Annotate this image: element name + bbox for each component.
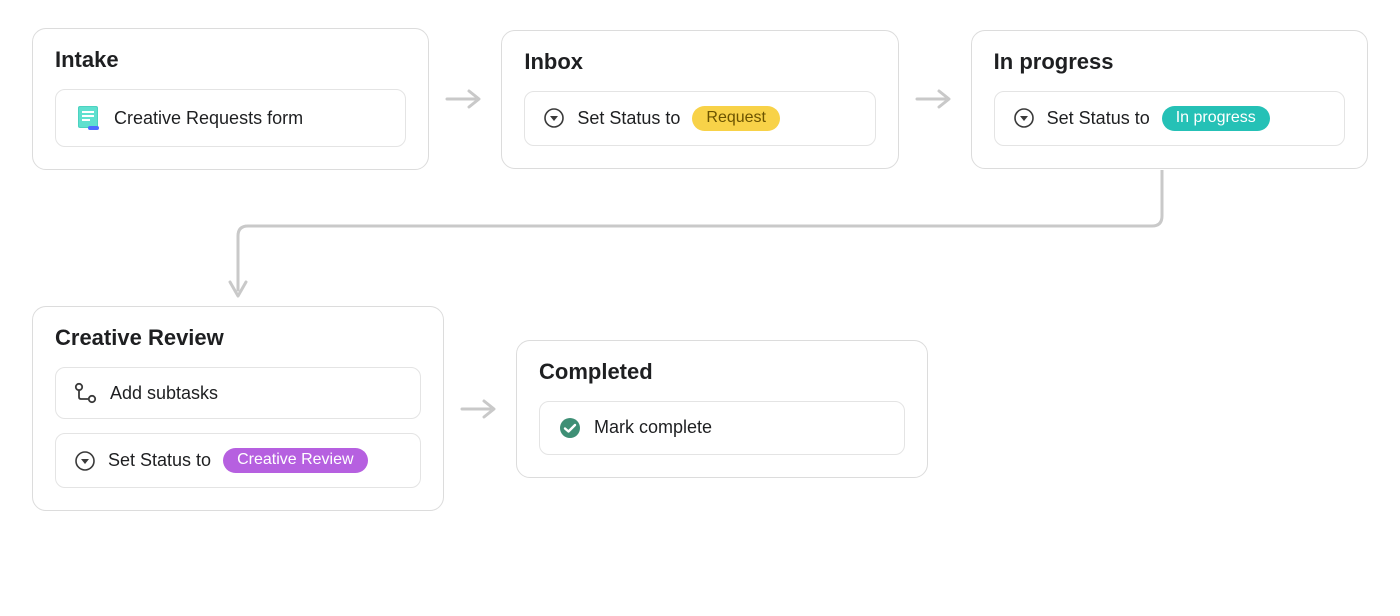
inprogress-status-prefix: Set Status to <box>1047 108 1150 129</box>
creativereview-subtasks-label: Add subtasks <box>110 383 218 404</box>
stage-intake-title: Intake <box>55 47 406 73</box>
completed-action-label: Mark complete <box>594 417 712 438</box>
chevron-circle-down-icon <box>1013 107 1035 129</box>
stage-inbox-title: Inbox <box>524 49 875 75</box>
creativereview-status-prefix: Set Status to <box>108 450 211 471</box>
inbox-status-prefix: Set Status to <box>577 108 680 129</box>
workflow-row-2: Creative Review Add subtasks Set Status … <box>32 306 1368 511</box>
intake-form-item[interactable]: Creative Requests form <box>55 89 406 147</box>
chevron-circle-down-icon <box>543 107 565 129</box>
form-icon <box>74 104 102 132</box>
workflow-row-1: Intake Creative Requests form Inbox <box>32 28 1368 170</box>
arrow-inbox-to-inprogress <box>915 87 955 111</box>
intake-form-label: Creative Requests form <box>114 108 303 129</box>
creativereview-subtasks-item[interactable]: Add subtasks <box>55 367 421 419</box>
arrow-creativereview-to-completed <box>460 397 500 421</box>
stage-intake: Intake Creative Requests form <box>32 28 429 170</box>
subtasks-icon <box>74 382 98 404</box>
stage-in-progress: In progress Set Status to In progress <box>971 30 1368 169</box>
stage-inbox: Inbox Set Status to Request <box>501 30 898 169</box>
creativereview-status-pill: Creative Review <box>223 448 367 473</box>
stage-completed: Completed Mark complete <box>516 340 928 478</box>
inprogress-status-pill: In progress <box>1162 106 1270 131</box>
inbox-status-item[interactable]: Set Status to Request <box>524 91 875 146</box>
inbox-status-pill: Request <box>692 106 780 131</box>
inprogress-status-item[interactable]: Set Status to In progress <box>994 91 1345 146</box>
chevron-circle-down-icon <box>74 450 96 472</box>
stage-creative-review: Creative Review Add subtasks Set Status … <box>32 306 444 511</box>
elbow-connector <box>32 170 1368 306</box>
completed-action-item[interactable]: Mark complete <box>539 401 905 455</box>
stage-inprogress-title: In progress <box>994 49 1345 75</box>
creativereview-status-item[interactable]: Set Status to Creative Review <box>55 433 421 488</box>
check-circle-icon <box>558 416 582 440</box>
stage-creativereview-title: Creative Review <box>55 325 421 351</box>
stage-completed-title: Completed <box>539 359 905 385</box>
arrow-intake-to-inbox <box>445 87 485 111</box>
